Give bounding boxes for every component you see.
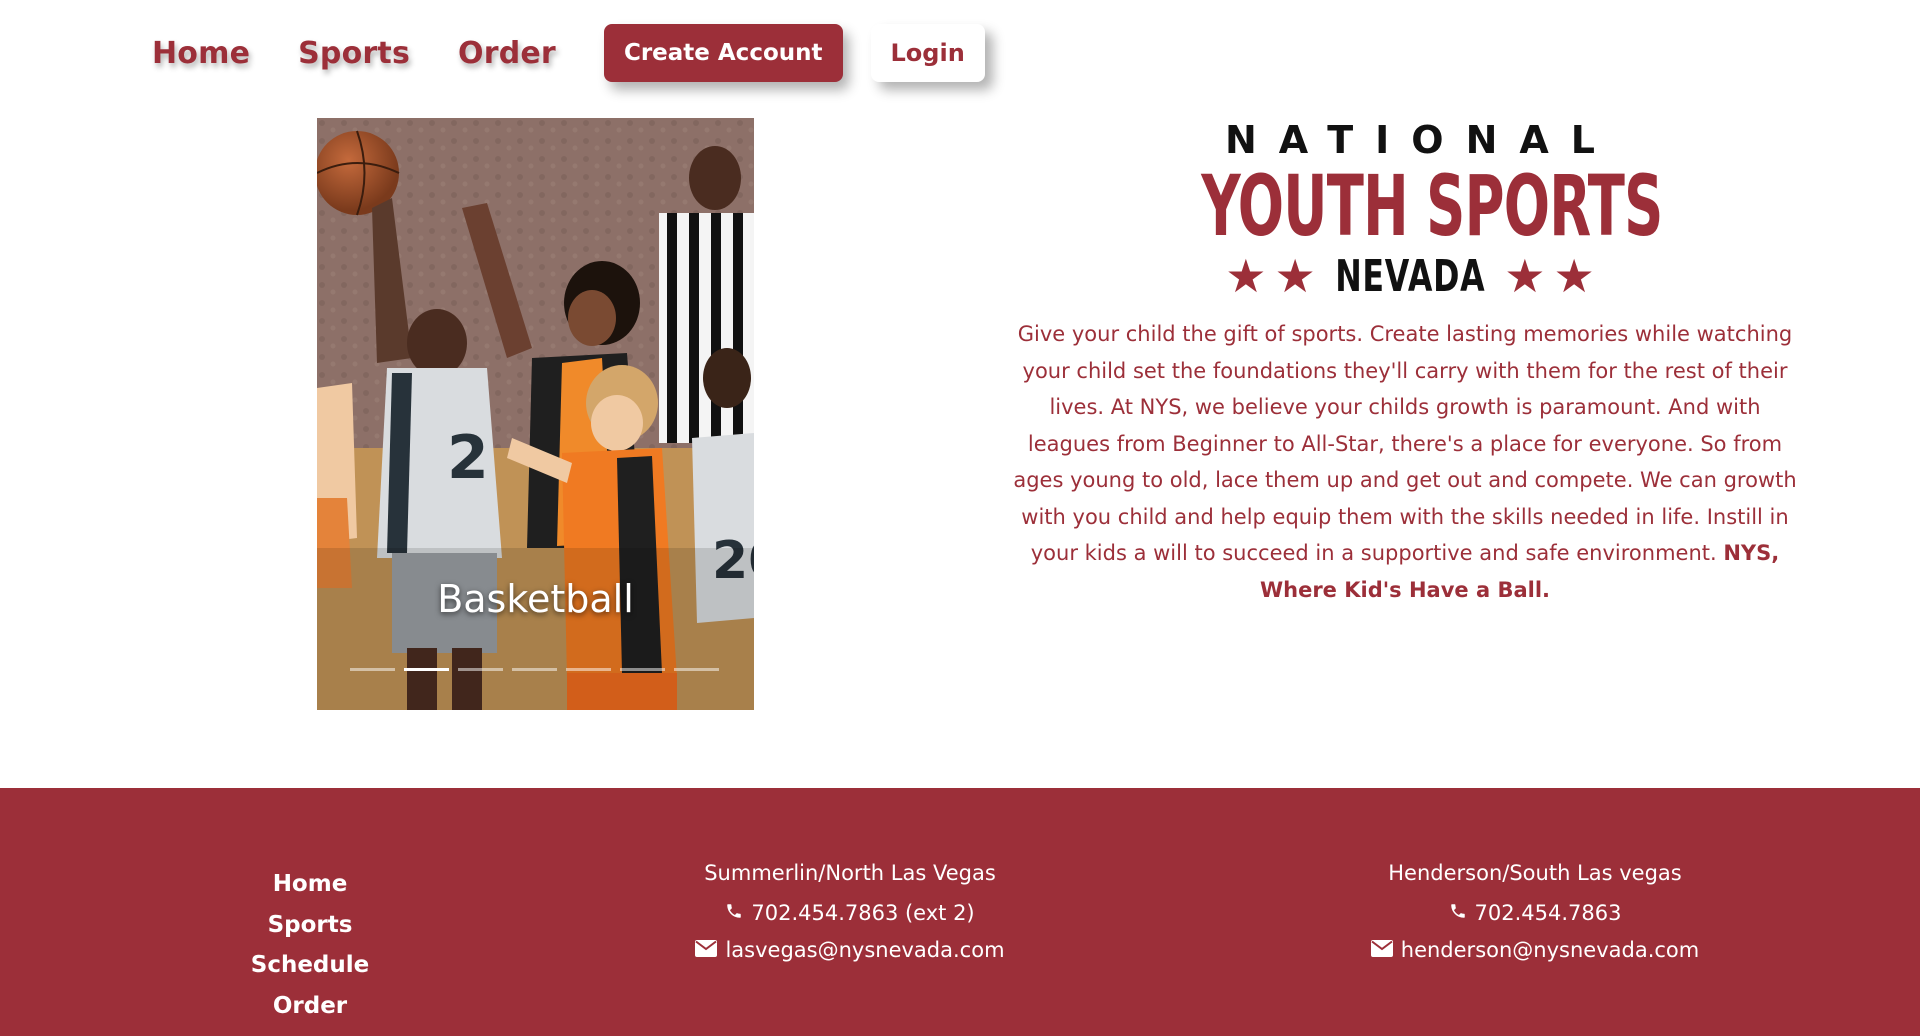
carousel-indicator[interactable] bbox=[512, 668, 557, 671]
intro-text: Give your child the gift of sports. Crea… bbox=[1013, 322, 1797, 565]
footer-order-link[interactable]: Order bbox=[210, 986, 410, 1027]
email-address: henderson@nysnevada.com bbox=[1400, 938, 1700, 962]
nav-home-link[interactable]: Home bbox=[152, 36, 250, 71]
location-henderson: Henderson/South Las vegas 702.454.7863 h… bbox=[1285, 858, 1785, 969]
email-address: lasvegas@nysnevada.com bbox=[725, 938, 1005, 962]
star-icon: ★ bbox=[1504, 249, 1546, 303]
logo-national-text: NATIONAL bbox=[1224, 118, 1618, 162]
carousel-indicator[interactable] bbox=[674, 668, 719, 671]
carousel-caption: Basketball bbox=[437, 577, 634, 621]
logo-nevada-text: NEVADA bbox=[1334, 250, 1486, 302]
phone-number: 702.454.7863 bbox=[1474, 901, 1622, 925]
location-summerlin: Summerlin/North Las Vegas 702.454.7863 (… bbox=[600, 858, 1100, 969]
phone-link[interactable]: 702.454.7863 bbox=[1285, 895, 1785, 932]
carousel-indicator[interactable] bbox=[458, 668, 503, 671]
phone-icon bbox=[725, 895, 743, 932]
footer-schedule-link[interactable]: Schedule bbox=[210, 945, 410, 986]
site-footer: Home Sports Schedule Order Summerlin/Nor… bbox=[0, 788, 1920, 1036]
top-nav: Home Sports Order Create Account Login bbox=[152, 24, 985, 82]
carousel-slide-image: 2 20 bbox=[317, 118, 754, 710]
footer-nav: Home Sports Schedule Order bbox=[210, 864, 410, 1026]
login-button[interactable]: Login bbox=[870, 24, 985, 82]
nys-logo: NATIONAL YOUTH SPORTS ★ ★ NEVADA ★ ★ bbox=[1200, 118, 1663, 308]
intro-paragraph: Give your child the gift of sports. Crea… bbox=[1010, 316, 1800, 608]
phone-icon bbox=[1449, 895, 1467, 932]
carousel-indicator[interactable] bbox=[566, 668, 611, 671]
nav-order-link[interactable]: Order bbox=[458, 36, 556, 71]
svg-text:2: 2 bbox=[447, 423, 489, 493]
logo-youth-sports-text: YOUTH SPORTS bbox=[1201, 157, 1663, 255]
carousel-indicators bbox=[350, 668, 728, 671]
envelope-icon bbox=[695, 932, 718, 969]
create-account-button[interactable]: Create Account bbox=[603, 24, 843, 82]
footer-home-link[interactable]: Home bbox=[210, 864, 410, 905]
phone-link[interactable]: 702.454.7863 (ext 2) bbox=[600, 895, 1100, 932]
email-link[interactable]: lasvegas@nysnevada.com bbox=[600, 932, 1100, 969]
logo-nevada-row: ★ ★ NEVADA ★ ★ bbox=[1200, 250, 1620, 302]
star-icon: ★ bbox=[1274, 249, 1316, 303]
carousel-indicator[interactable] bbox=[350, 668, 395, 671]
footer-sports-link[interactable]: Sports bbox=[210, 905, 410, 946]
star-icon: ★ bbox=[1225, 249, 1267, 303]
carousel-indicator-active[interactable] bbox=[404, 668, 449, 671]
phone-number: 702.454.7863 (ext 2) bbox=[751, 901, 975, 925]
envelope-icon bbox=[1370, 932, 1393, 969]
nav-sports-link[interactable]: Sports bbox=[298, 36, 410, 71]
email-link[interactable]: henderson@nysnevada.com bbox=[1285, 932, 1785, 969]
sports-carousel[interactable]: 2 20 Basketball bbox=[317, 118, 754, 710]
location-title: Henderson/South Las vegas bbox=[1388, 861, 1682, 885]
location-title: Summerlin/North Las Vegas bbox=[704, 861, 996, 885]
carousel-indicator[interactable] bbox=[620, 668, 665, 671]
star-icon: ★ bbox=[1553, 249, 1595, 303]
